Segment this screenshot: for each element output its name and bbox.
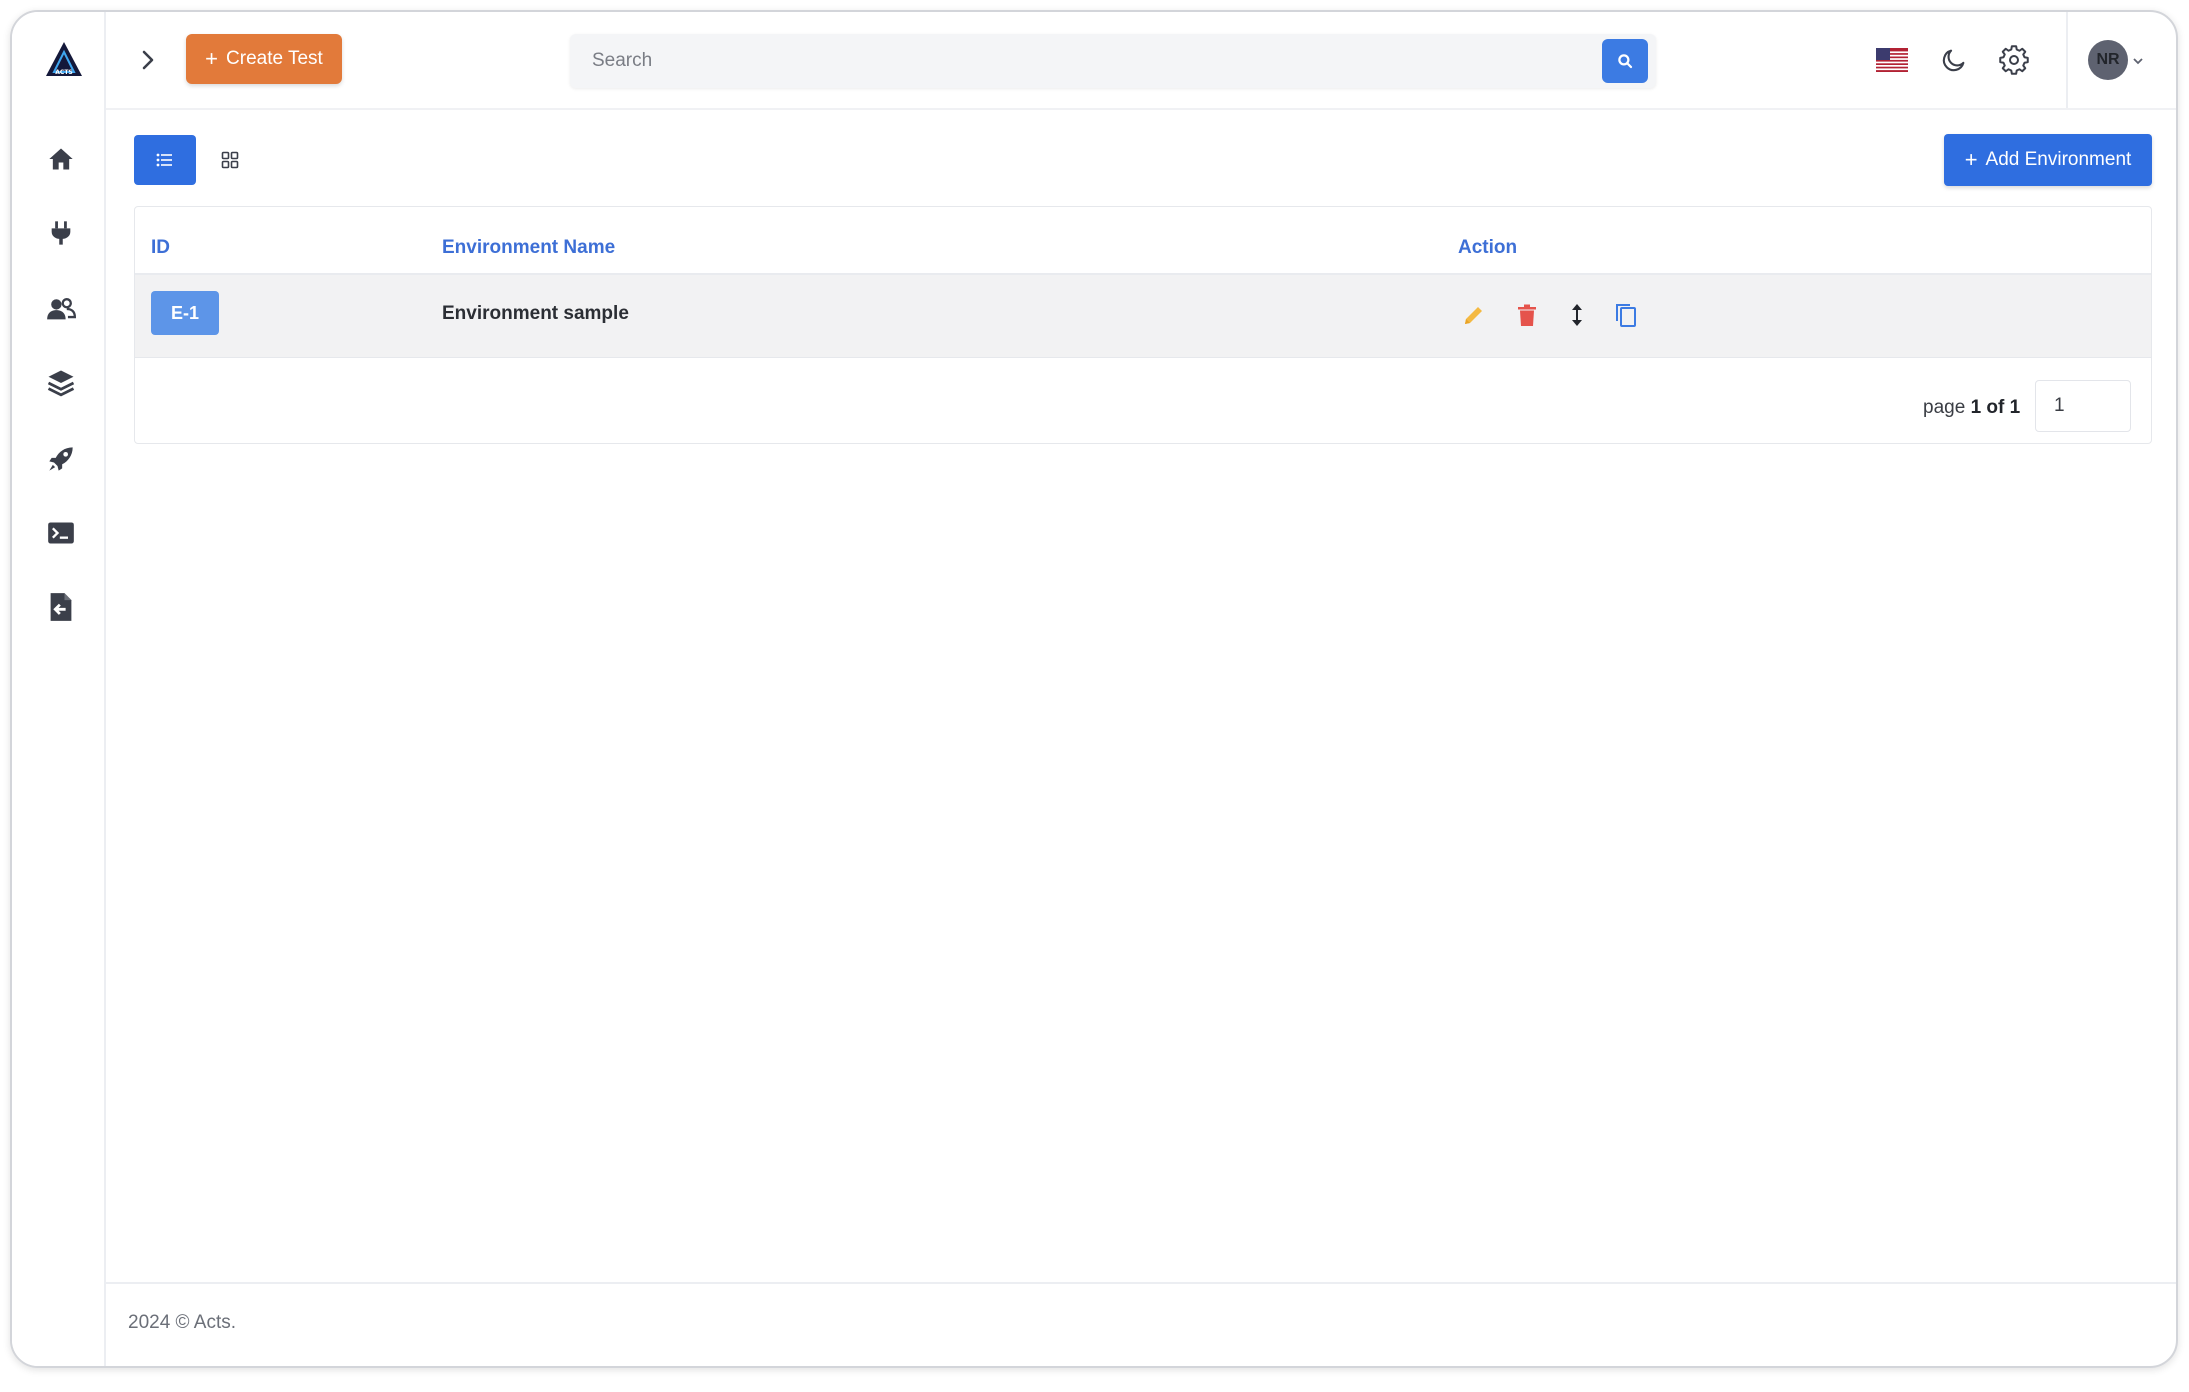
grid-view-button[interactable] xyxy=(218,148,242,172)
topbar-divider xyxy=(2066,12,2068,108)
add-environment-button[interactable]: + Add Environment xyxy=(1944,134,2152,186)
environment-name: Environment sample xyxy=(442,303,629,324)
home-icon[interactable] xyxy=(44,142,78,176)
sidebar: ACTS xyxy=(12,12,106,1366)
add-environment-label: Add Environment xyxy=(1985,149,2132,170)
rocket-icon[interactable] xyxy=(44,442,78,476)
us-flag-icon[interactable] xyxy=(1876,48,1908,72)
table-row[interactable]: E-1 Environment sample xyxy=(135,275,2151,358)
file-import-icon[interactable] xyxy=(44,590,78,624)
environments-table: ID Environment Name Action E-1 Environme… xyxy=(134,206,2152,444)
user-avatar[interactable]: NR xyxy=(2088,40,2128,80)
svg-text:ACTS: ACTS xyxy=(55,69,72,76)
column-header-environment-name[interactable]: Environment Name xyxy=(442,237,615,259)
search-button[interactable] xyxy=(1602,39,1648,83)
pagination-text: page 1 of 1 xyxy=(1923,397,2020,419)
app-window: ACTS + Create Test Search NR + Add Envir… xyxy=(10,10,2178,1368)
footer-divider xyxy=(106,1282,2176,1284)
search-icon xyxy=(1618,54,1633,69)
top-bar: + Create Test Search NR xyxy=(106,12,2176,110)
edit-pencil-icon[interactable] xyxy=(1460,301,1488,329)
dark-mode-moon-icon[interactable] xyxy=(1940,46,1968,74)
create-test-label: Create Test xyxy=(226,48,323,69)
column-header-id[interactable]: ID xyxy=(151,237,170,259)
layers-icon[interactable] xyxy=(44,366,78,400)
chevron-down-icon[interactable] xyxy=(2132,54,2144,66)
copy-icon[interactable] xyxy=(1612,301,1640,329)
list-view-button[interactable] xyxy=(134,135,196,185)
plus-icon: + xyxy=(1964,147,1978,172)
page-number-input[interactable] xyxy=(2035,380,2131,432)
column-header-action: Action xyxy=(1458,237,1518,258)
gear-icon[interactable] xyxy=(1999,45,2029,75)
delete-trash-icon[interactable] xyxy=(1513,301,1541,329)
pagination-current: 1 of 1 xyxy=(1970,397,2021,418)
search-bar xyxy=(570,34,1656,88)
pagination-prefix: page xyxy=(1923,397,1966,418)
move-vertical-arrows-icon[interactable] xyxy=(1563,301,1591,329)
search-input[interactable] xyxy=(570,34,1590,88)
terminal-icon[interactable] xyxy=(44,516,78,550)
grid-icon xyxy=(221,151,239,169)
footer-copyright: 2024 © Acts. xyxy=(128,1312,237,1333)
plug-icon[interactable] xyxy=(44,216,78,250)
environment-id-badge[interactable]: E-1 xyxy=(151,291,219,335)
plus-icon: + xyxy=(205,46,219,71)
acts-logo[interactable]: ACTS xyxy=(44,40,84,80)
user-initials: NR xyxy=(2096,51,2120,68)
list-icon xyxy=(156,153,172,167)
create-test-button[interactable]: + Create Test xyxy=(186,34,342,84)
chevron-right-icon[interactable] xyxy=(136,48,160,72)
users-icon[interactable] xyxy=(44,292,78,326)
